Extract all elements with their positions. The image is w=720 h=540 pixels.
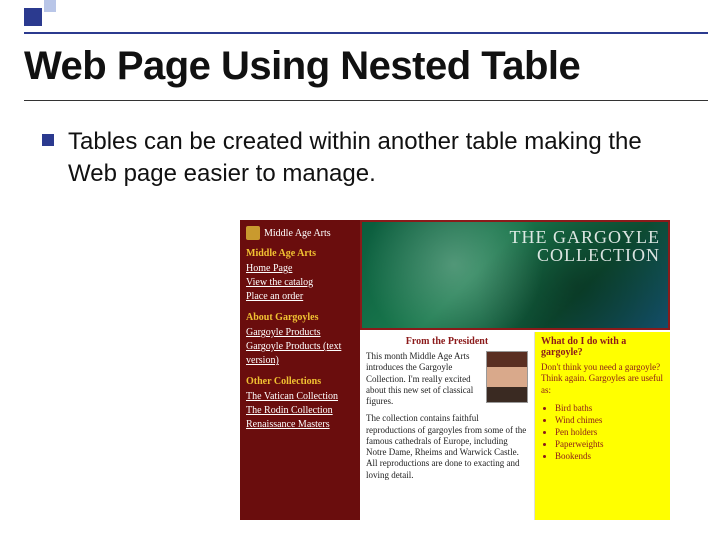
right-lead: Don't think you need a gargoyle? Think a… bbox=[541, 362, 664, 396]
list-item: Bird baths bbox=[555, 402, 664, 414]
sidebar-link: Gargoyle Products bbox=[246, 326, 354, 340]
sidebar-link: The Vatican Collection bbox=[246, 390, 354, 404]
square-bullet-icon bbox=[42, 134, 54, 146]
sidebar-link: The Rodin Collection bbox=[246, 404, 354, 418]
right-heading: What do I do with a gargoyle? bbox=[541, 336, 664, 358]
bullet-text: Tables can be created within another tab… bbox=[68, 126, 690, 191]
slide-title: Web Page Using Nested Table bbox=[24, 44, 580, 89]
figure-middle-column: From the President This month Middle Age… bbox=[360, 332, 535, 520]
sidebar-link: Place an order bbox=[246, 290, 354, 304]
list-item: Wind chimes bbox=[555, 414, 664, 426]
sidebar-link: Gargoyle Products (text version) bbox=[246, 340, 354, 368]
sidebar-heading: Middle Age Arts bbox=[246, 248, 354, 259]
sidebar-link: Renaissance Masters bbox=[246, 418, 354, 432]
figure-brand: Middle Age Arts bbox=[246, 226, 354, 240]
list-item: Pen holders bbox=[555, 426, 664, 438]
sidebar-heading: About Gargoyles bbox=[246, 312, 354, 323]
list-item: Paperweights bbox=[555, 438, 664, 450]
banner-title: THE GARGOYLE COLLECTION bbox=[510, 228, 660, 264]
list-item: Bookends bbox=[555, 450, 664, 462]
uses-list: Bird baths Wind chimes Pen holders Paper… bbox=[541, 402, 664, 463]
middle-heading: From the President bbox=[366, 336, 528, 347]
sidebar-heading: Other Collections bbox=[246, 376, 354, 387]
sidebar-link: View the catalog bbox=[246, 276, 354, 290]
middle-para2: The collection contains faithful reprodu… bbox=[366, 413, 528, 481]
president-photo bbox=[486, 351, 528, 403]
slide-corner-decoration bbox=[0, 0, 90, 32]
banner-line2: COLLECTION bbox=[537, 245, 660, 265]
nested-table-figure: Middle Age Arts Middle Age Arts Home Pag… bbox=[240, 220, 670, 520]
brand-icon bbox=[246, 226, 260, 240]
figure-banner: THE GARGOYLE COLLECTION bbox=[360, 220, 670, 330]
figure-right-column: What do I do with a gargoyle? Don't thin… bbox=[535, 332, 670, 520]
middle-para1: This month Middle Age Arts introduces th… bbox=[366, 351, 480, 407]
figure-sidebar: Middle Age Arts Middle Age Arts Home Pag… bbox=[240, 220, 360, 520]
bullet-item: Tables can be created within another tab… bbox=[42, 126, 690, 191]
top-rule bbox=[24, 32, 708, 34]
title-underline bbox=[24, 100, 708, 101]
brand-text: Middle Age Arts bbox=[264, 228, 331, 239]
banner-line1: THE GARGOYLE bbox=[510, 227, 660, 247]
sidebar-link: Home Page bbox=[246, 262, 354, 276]
figure-content-columns: From the President This month Middle Age… bbox=[360, 332, 670, 520]
